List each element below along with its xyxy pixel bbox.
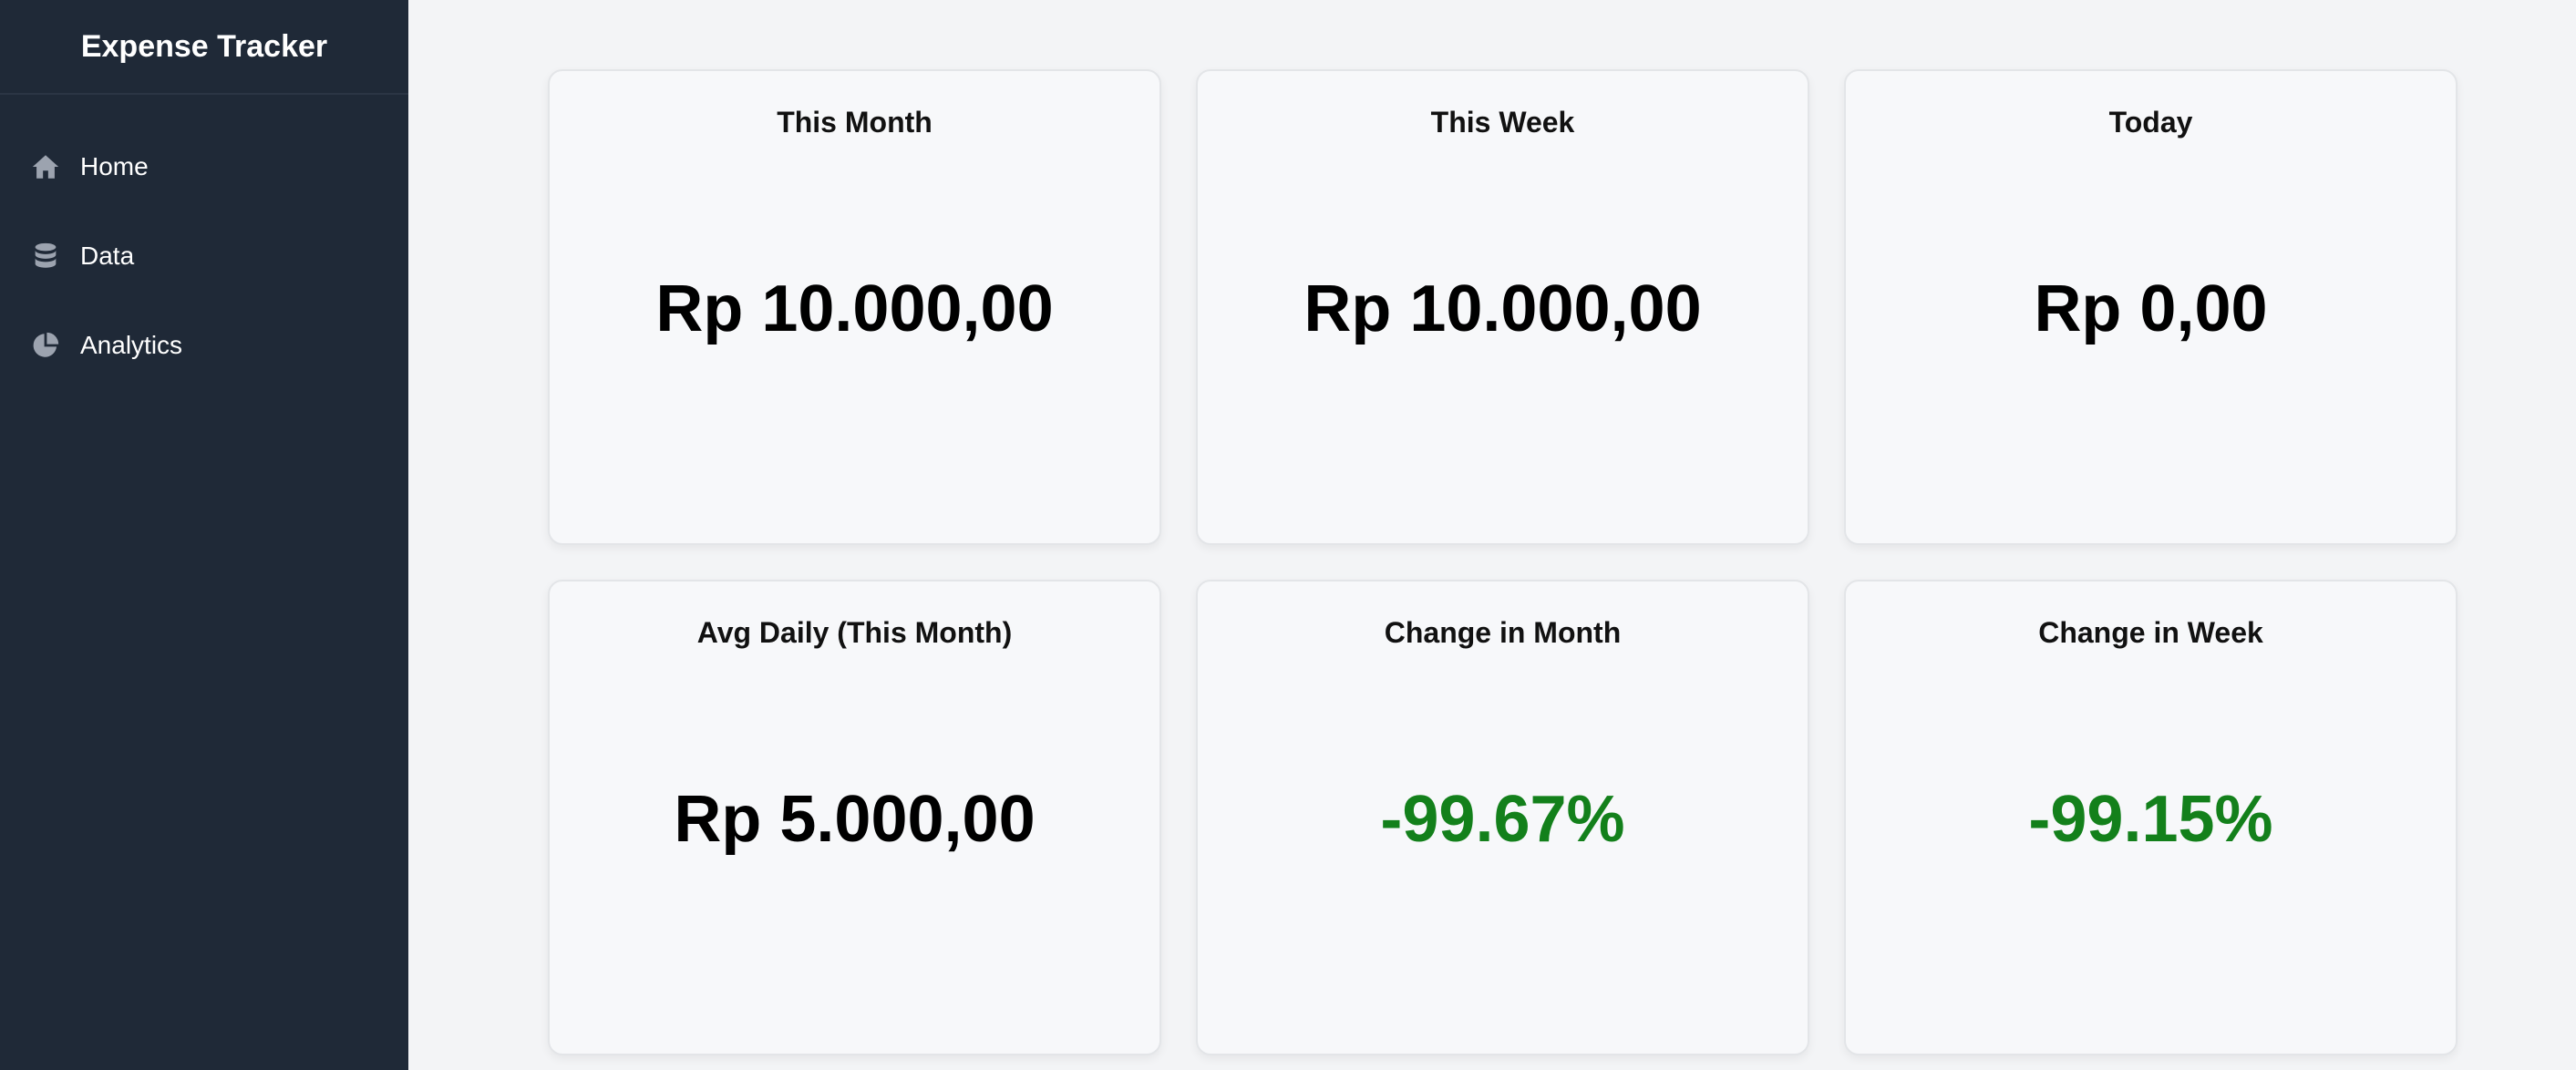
- sidebar: Expense Tracker Home Data Analytics: [0, 0, 408, 1070]
- stat-card-today: Today Rp 0,00: [1844, 69, 2458, 545]
- pie-chart-icon: [29, 329, 62, 362]
- stats-grid: This Month Rp 10.000,00 This Week Rp 10.…: [548, 69, 2458, 1055]
- stat-card-change-month: Change in Month -99.67%: [1196, 580, 1809, 1055]
- stat-card-change-week: Change in Week -99.15%: [1844, 580, 2458, 1055]
- stat-card-this-week: This Week Rp 10.000,00: [1196, 69, 1809, 545]
- card-value: Rp 10.000,00: [1303, 273, 1702, 345]
- home-icon: [29, 150, 62, 183]
- app-title: Expense Tracker: [80, 28, 328, 64]
- stat-card-avg-daily: Avg Daily (This Month) Rp 5.000,00: [548, 580, 1161, 1055]
- card-value: -99.67%: [1380, 783, 1625, 856]
- sidebar-item-data[interactable]: Data: [0, 211, 408, 301]
- sidebar-item-label: Analytics: [80, 331, 183, 359]
- database-icon: [29, 240, 62, 273]
- card-value: -99.15%: [2028, 783, 2273, 856]
- sidebar-item-home[interactable]: Home: [0, 122, 408, 211]
- sidebar-item-analytics[interactable]: Analytics: [0, 301, 408, 390]
- sidebar-header: Expense Tracker: [0, 0, 408, 95]
- stat-card-this-month: This Month Rp 10.000,00: [548, 69, 1161, 545]
- card-value: Rp 5.000,00: [674, 783, 1036, 856]
- main-content: This Month Rp 10.000,00 This Week Rp 10.…: [408, 0, 2576, 1070]
- card-value: Rp 0,00: [2034, 273, 2268, 345]
- app: Expense Tracker Home Data Analytics This…: [0, 0, 2576, 1070]
- sidebar-item-label: Data: [80, 242, 135, 270]
- sidebar-item-label: Home: [80, 152, 149, 180]
- card-value: Rp 10.000,00: [655, 273, 1054, 345]
- sidebar-nav: Home Data Analytics: [0, 95, 408, 390]
